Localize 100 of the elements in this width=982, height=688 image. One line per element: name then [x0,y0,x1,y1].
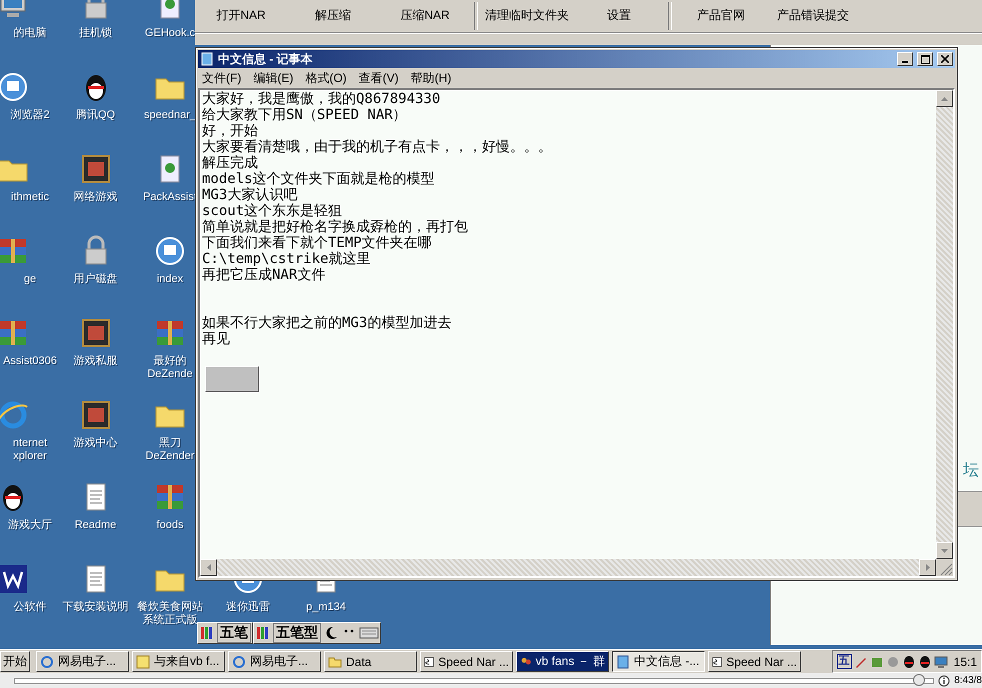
menu-item[interactable]: 查看(V) [358,70,399,86]
taskbar-button[interactable]: Speed Nar ... [708,651,801,672]
desktop-icon-label[interactable]: GEHook.c [144,27,196,40]
desktop-icon-label[interactable]: 黑刀 [158,437,181,450]
taskbar-button[interactable]: Speed Nar ... [420,651,513,672]
toolbar-button[interactable]: 产品错误提交 [767,0,859,32]
scroll-down-button[interactable] [936,542,953,559]
desktop-icon-label[interactable]: 迷你迅雷 [226,601,270,614]
toolbar-button[interactable]: 产品官网 [675,0,767,32]
desktop-icon-label[interactable]: 用户磁盘 [74,273,118,286]
desktop-icon-label[interactable]: 最好的 [153,355,186,368]
menu-item[interactable]: 编辑(E) [253,70,294,86]
desktop-icon-label[interactable]: 游戏私服 [74,355,118,368]
menu-item[interactable]: 帮助(H) [410,70,452,86]
raised-panel [205,366,259,392]
browser-icon [0,71,29,103]
arrow-left-icon [206,564,210,571]
arrow-right-icon [926,564,930,571]
notepad-icon [200,52,214,66]
toolbar-button[interactable]: 解压缩 [287,0,379,32]
clock: 15:1 [954,654,977,668]
desktop-icon-label[interactable]: 挂机锁 [79,27,112,40]
text-line: 给大家教下用SN（SPEED NAR） [202,107,407,123]
taskbar-button[interactable]: 与来自vb f... [132,651,225,672]
ime-mode[interactable]: 五笔 [217,623,251,643]
text-line: 好，开始 [202,123,258,139]
desktop-icon-label[interactable]: nternet [12,437,48,450]
desktop-icon-label[interactable]: 网络游戏 [74,191,118,204]
desktop-icon-label[interactable]: 公软件 [14,601,46,614]
desktop-icon-label[interactable]: foods [156,519,184,532]
game-icon [80,317,112,349]
toolbar-button[interactable]: 压缩NAR [379,0,471,32]
desktop-icon-label[interactable]: DeZender [146,450,194,463]
game-icon [80,399,112,431]
penguin-icon[interactable] [918,654,932,668]
desktop-icon-label[interactable]: Assist0306 [3,355,57,368]
browser-icon [154,235,186,267]
seek-thumb[interactable] [913,674,926,686]
menu-item[interactable]: 格式(O) [305,70,347,86]
toolbar-button[interactable]: 清理临时文件夹 [481,0,573,32]
horizontal-scrollbar[interactable] [200,559,936,576]
scroll-right-button[interactable] [919,559,936,576]
resize-grip[interactable] [936,559,953,576]
notepad-icon [616,654,630,668]
desktop-icon-label[interactable]: 腾讯QQ [76,109,116,122]
desktop-icon-label[interactable]: 游戏大厅 [8,519,52,532]
desktop-icon-label[interactable]: p_m134 [306,601,346,614]
desktop-icon-label[interactable]: ithmetic [11,191,49,204]
folder-icon [328,654,342,668]
info-icon[interactable] [938,674,950,686]
word-icon [0,563,29,595]
text-line: 下面我们来看下就个TEMP文件夹在哪 [202,235,432,251]
desktop-icon-label[interactable]: xplorer [13,450,47,463]
ime-mode[interactable]: 五笔型 [273,623,321,643]
desktop-icon-label[interactable]: Readme [74,519,116,532]
side-text: 坛 [963,461,979,481]
taskbar-button[interactable]: 中文信息 -... [612,651,705,672]
penguin-icon[interactable] [902,654,916,668]
desktop-icon-label[interactable]: DeZende [147,368,193,381]
monitor-icon[interactable] [934,654,948,668]
scroll-left-button[interactable] [200,559,217,576]
ime-logo-icon[interactable] [199,625,215,641]
arrow-down-icon [941,548,948,552]
app-icon [712,654,722,668]
scroll-up-button[interactable] [936,90,953,107]
text-line: 解压完成 [202,155,258,171]
desktop-icon-label[interactable]: 下载安装说明 [62,601,128,614]
desktop-icon-label[interactable]: 的电脑 [14,27,46,40]
desktop-icon-label[interactable]: 浏览器2 [10,109,50,122]
text-line: 再见 [202,331,230,347]
text-line: scout这个东东是轻狙 [202,203,342,219]
menu-item[interactable]: 文件(F) [202,70,242,86]
toolbar-button[interactable]: 打开NAR [195,0,287,32]
browser-icon [232,654,246,668]
text-line: MG3大家认识吧 [202,187,298,203]
desktop-icon-label[interactable]: 游戏中心 [74,437,118,450]
taskbar-button[interactable]: Data [324,651,417,672]
text-line: 大家好，我是鹰傲，我的Q867894330 [202,91,440,107]
taskbar-button[interactable]: 网易电子... [228,651,321,672]
ime-logo-icon[interactable] [255,625,271,641]
keyboard-icon[interactable] [359,625,379,641]
desktop-icon-label[interactable]: PackAssist [143,191,197,204]
start-button[interactable]: 开始 [0,651,30,672]
taskbar-button[interactable]: 网易电子... [36,651,129,672]
text-line: 简单说就是把好枪名字换成孬枪的，再打包 [202,219,468,235]
text-line: 大家要看清楚哦，由于我的机子有点卡，，，好慢。。。 [202,139,552,155]
text-line: C:\temp\cstrike就这里 [202,251,370,267]
desktop-icon-label[interactable]: speednar_ [144,109,196,122]
vertical-scrollbar[interactable] [936,90,953,559]
toolbar-button[interactable]: 设置 [573,0,665,32]
desktop-icon-label[interactable]: 餐炊美食网站 [137,601,203,614]
desktop-icon-label[interactable]: ge [24,273,36,286]
maximize-button[interactable] [917,52,933,66]
taskbar-button[interactable]: vb fans － 群 [516,651,609,672]
tray-ime-icon[interactable]: 五 [836,654,852,669]
close-button[interactable] [937,52,953,66]
desktop-icon-label[interactable]: index [156,273,184,286]
app-icon [424,654,434,668]
desktop-icon-label[interactable]: 系统正式版 [142,614,198,627]
minimize-button[interactable] [897,52,913,66]
